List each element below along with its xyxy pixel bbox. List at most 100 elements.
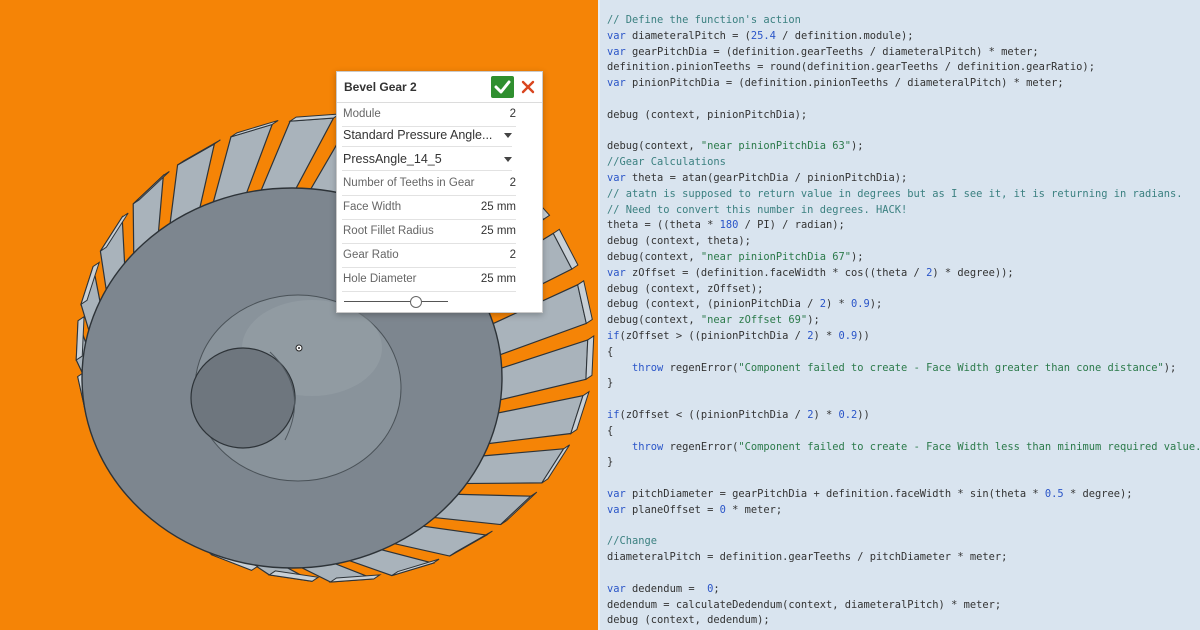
code-line[interactable]: if(zOffset < ((pinionPitchDia / 2) * 0.2… — [607, 407, 870, 423]
code-token: definition.pinionTeeths = round(definiti… — [607, 61, 1095, 74]
chevron-down-icon — [504, 157, 512, 162]
origin-dot — [298, 347, 300, 349]
code-token: var — [607, 77, 633, 90]
pressure-angle-select[interactable]: PressAngle_14_5 — [342, 148, 512, 171]
code-token: debug (context, dedendum); — [607, 614, 770, 627]
code-token: / definition.module); — [775, 29, 914, 42]
code-line[interactable]: diameteralPitch = definition.gearTeeths … — [607, 549, 1007, 565]
code-token: diameteralPitch = definition.gearTeeths … — [607, 551, 1008, 564]
slider-track[interactable] — [344, 301, 448, 302]
code-token: / PI) / radian); — [738, 219, 845, 232]
code-line[interactable]: var pitchDiameter = gearPitchDia + defin… — [607, 486, 1133, 502]
code-token: ) * — [813, 330, 839, 342]
code-token: )) — [857, 330, 870, 342]
code-token: pinionPitchDia = (definition.pinionTeeth… — [632, 77, 1064, 90]
code-token: // Need to convert this number in degree… — [607, 203, 908, 216]
code-line[interactable]: //Change — [607, 533, 657, 549]
code-token: 0.9 — [838, 330, 858, 342]
code-line[interactable]: debug (context, zOffset); — [607, 281, 763, 297]
code-line[interactable]: debug (context, (pinionPitchDia / 2) * 0… — [607, 296, 882, 312]
code-line[interactable]: // atatn is supposed to return value in … — [607, 186, 1183, 202]
code-token: theta = ((theta * — [607, 219, 720, 232]
code-editor[interactable]: // Define the function's action var diame… — [600, 0, 1200, 630]
code-token: * degree); — [1063, 488, 1133, 500]
code-token: planeOffset = — [632, 503, 720, 516]
gear-ratio-value[interactable]: 2 — [510, 249, 516, 261]
code-token: (zOffset < ((pinionPitchDia / — [619, 409, 808, 421]
code-line[interactable]: theta = ((theta * 180 / PI) / radian); — [607, 217, 845, 233]
code-token: var — [607, 503, 633, 516]
code-token: //Change — [607, 535, 658, 548]
code-line[interactable]: throw regenError("Component failed to cr… — [607, 360, 1176, 376]
ok-button[interactable] — [491, 76, 514, 98]
code-line[interactable]: var diameteralPitch = (25.4 / definition… — [607, 28, 914, 44]
code-line[interactable]: // Define the function's action — [607, 12, 801, 28]
code-token: // Define the function's action — [607, 14, 801, 26]
code-token: 0.9 — [851, 298, 870, 311]
code-token: var — [607, 266, 633, 279]
code-line[interactable]: // Need to convert this number in degree… — [607, 202, 907, 218]
code-line[interactable]: definition.pinionTeeths = round(definiti… — [607, 59, 1095, 75]
code-token: ); — [1163, 361, 1177, 374]
code-line[interactable]: debug(context, "near zOffset 69"); — [607, 312, 820, 328]
code-token: ; — [713, 582, 720, 595]
code-token: debug(context, — [607, 251, 701, 263]
code-line[interactable]: debug(context, "near pinionPitchDia 63")… — [607, 138, 864, 154]
code-line[interactable]: { — [607, 423, 613, 439]
code-line[interactable]: if(zOffset > ((pinionPitchDia / 2) * 0.9… — [607, 328, 870, 344]
code-line[interactable]: debug (context, theta); — [607, 233, 751, 249]
code-token: ) * — [813, 409, 839, 421]
hole-diameter-field[interactable]: Hole Diameter 25 mm — [342, 269, 516, 292]
code-token: { — [607, 345, 614, 358]
code-token: ); — [869, 298, 883, 311]
code-line[interactable]: } — [607, 454, 613, 470]
face-width-value[interactable]: 25 mm — [481, 201, 516, 213]
code-token: ); — [850, 251, 864, 263]
teeth-label: Number of Teeths in Gear — [343, 177, 475, 189]
code-token: var — [607, 45, 633, 58]
slider-handle[interactable] — [410, 296, 422, 308]
code-token: var — [607, 172, 633, 184]
code-line[interactable]: var gearPitchDia = (definition.gearTeeth… — [607, 44, 1039, 60]
fillet-field[interactable]: Root Fillet Radius 25 mm — [342, 221, 516, 244]
code-line[interactable]: var dedendum = 0; — [607, 581, 720, 597]
code-line[interactable]: var pinionPitchDia = (definition.pinionT… — [607, 75, 1064, 91]
code-token: } — [607, 456, 614, 469]
code-token: "near pinionPitchDia 67" — [700, 251, 851, 263]
code-token: regenError( — [669, 361, 739, 374]
code-line[interactable]: debug (context, dedendum); — [607, 612, 770, 628]
cancel-button[interactable] — [520, 78, 536, 96]
code-line[interactable]: { — [607, 344, 613, 360]
code-token: gearPitchDia = (definition.gearTeeths / … — [632, 45, 1039, 58]
code-token: debug(context, — [607, 140, 701, 153]
fillet-value[interactable]: 25 mm — [481, 225, 516, 237]
chevron-down-icon — [504, 133, 512, 138]
teeth-value[interactable]: 2 — [510, 177, 516, 189]
code-line[interactable]: debug(context, "near pinionPitchDia 67")… — [607, 249, 864, 265]
code-line[interactable]: //Gear Calculations — [607, 154, 726, 170]
code-line[interactable]: var planeOffset = 0 * meter; — [607, 502, 782, 518]
code-line[interactable]: debug (context, pinionPitchDia); — [607, 107, 807, 123]
pressure-angle-type-select[interactable]: Standard Pressure Angle... — [342, 124, 512, 147]
code-token: throw — [632, 361, 670, 374]
module-label: Module — [343, 108, 381, 120]
code-token: throw — [632, 440, 670, 453]
hole-diameter-value[interactable]: 25 mm — [481, 273, 516, 285]
code-token: )) — [857, 409, 870, 421]
code-line[interactable]: throw regenError("Component failed to cr… — [607, 439, 1200, 455]
code-token: ); — [850, 140, 864, 153]
code-line[interactable]: var theta = atan(gearPitchDia / pinionPi… — [607, 170, 907, 186]
code-token: } — [607, 377, 614, 390]
code-line[interactable]: var zOffset = (definition.faceWidth * co… — [607, 265, 1014, 281]
module-value[interactable]: 2 — [510, 108, 516, 120]
teeth-field[interactable]: Number of Teeths in Gear 2 — [342, 173, 516, 196]
code-token: debug(context, — [607, 314, 701, 327]
code-line[interactable]: } — [607, 375, 613, 391]
code-token: "near zOffset 69" — [700, 314, 808, 327]
gear-ratio-field[interactable]: Gear Ratio 2 — [342, 245, 516, 268]
face-width-field[interactable]: Face Width 25 mm — [342, 197, 516, 220]
dialog-titlebar: Bevel Gear 2 — [337, 72, 542, 103]
feature-dialog: Bevel Gear 2 Module 2 Standard Pressure … — [336, 71, 543, 313]
code-line[interactable]: dedendum = calculateDedendum(context, di… — [607, 597, 1001, 613]
